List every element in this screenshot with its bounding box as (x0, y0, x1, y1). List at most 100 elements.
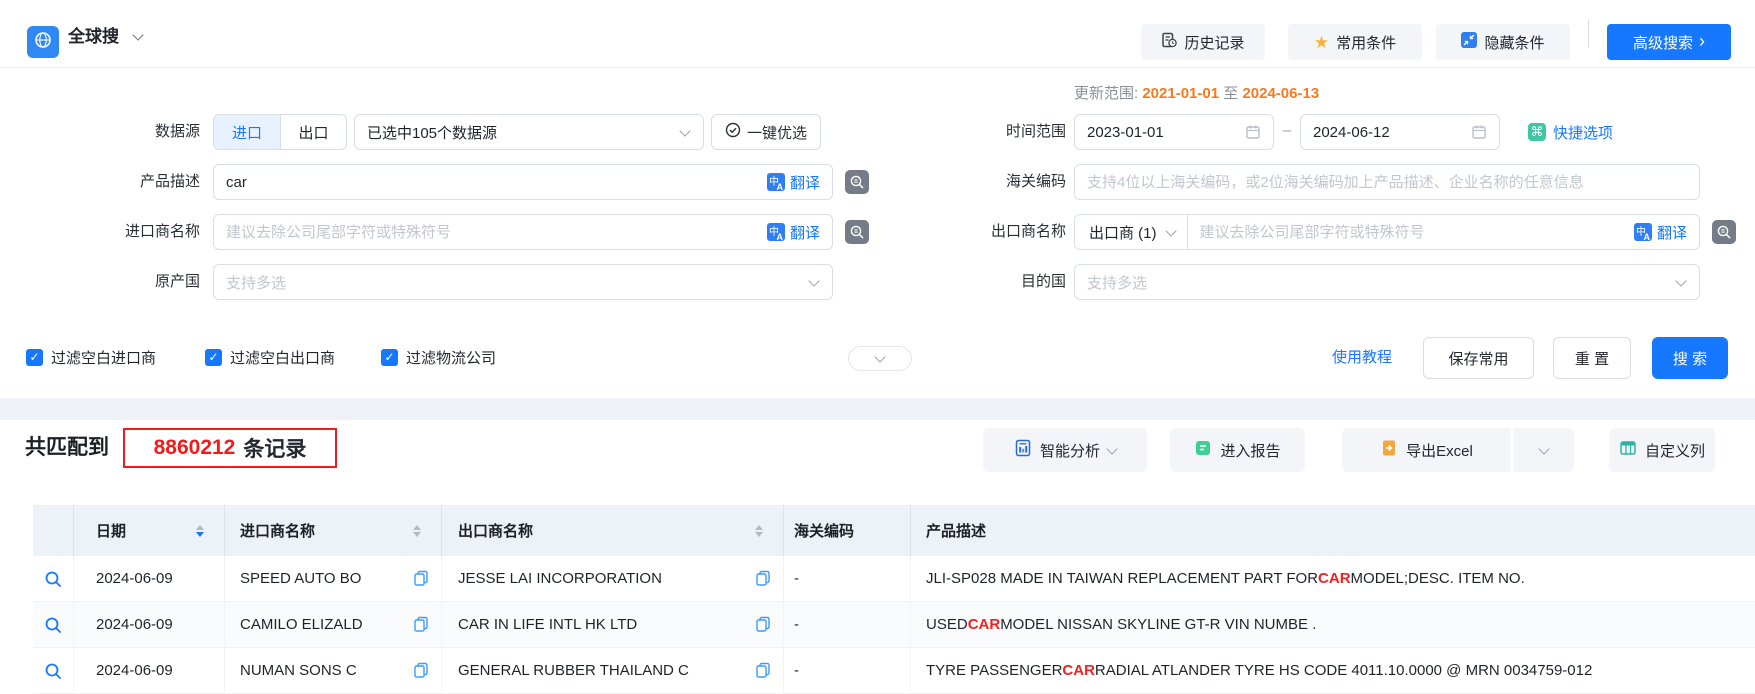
copy-icon[interactable] (755, 662, 771, 682)
filter-blank-exporter-checkbox[interactable]: ✓ 过滤空白出口商 (205, 345, 335, 369)
sort-icon[interactable] (755, 525, 763, 537)
exporter-name-label: 出口商名称 (920, 214, 1066, 250)
hs-code-input[interactable] (1075, 174, 1699, 191)
exporter-name[interactable]: JESSE LAI INCORPORATION (458, 570, 662, 587)
importer-column-header[interactable]: 进口商名称 (225, 505, 442, 556)
exporter-type-select[interactable]: 出口商 (1) (1075, 214, 1188, 250)
customize-columns-button[interactable]: 自定义列 (1609, 428, 1715, 472)
importer-name[interactable]: NUMAN SONS C (240, 662, 357, 679)
enter-report-label: 进入报告 (1220, 440, 1280, 461)
translate-icon: 中A (767, 223, 785, 241)
check-circle-icon (725, 122, 741, 142)
exporter-cell: CAR IN LIFE INTL HK LTD (442, 602, 784, 647)
globe-icon (34, 31, 52, 54)
tab-import[interactable]: 进口 (214, 115, 280, 149)
advanced-search-button[interactable]: 高级搜索 › (1607, 24, 1731, 60)
product-text: TYRE PASSENGER (926, 662, 1062, 679)
product-desc-field[interactable]: 中A 翻译 (213, 164, 833, 200)
copy-icon[interactable] (413, 616, 429, 636)
exact-match-icon[interactable] (845, 170, 869, 194)
exporter-name-field[interactable]: 出口商 (1) 中A 翻译 (1074, 214, 1700, 250)
trade-search-page: 全球搜 历史记录 ★ 常用条件 隐藏条件 高级搜索 › 更新范围: 2021-0… (0, 0, 1755, 694)
chevron-down-icon (1165, 225, 1176, 236)
exact-match-icon[interactable] (1712, 220, 1736, 244)
globe-logo (27, 26, 59, 58)
update-range-start: 2021-01-01 (1142, 85, 1219, 102)
table-header-row: 日期 进口商名称 出口商名称 海关编码 产品描述 (33, 505, 1755, 556)
data-source-toggle: 进口 出口 (213, 114, 347, 150)
product-keyword-highlight: CAR (1062, 662, 1095, 679)
filter-blank-importer-checkbox[interactable]: ✓ 过滤空白进口商 (26, 345, 156, 369)
product-text: USED (926, 616, 968, 633)
sort-icon[interactable] (196, 525, 204, 537)
exporter-name[interactable]: GENERAL RUBBER THAILAND C (458, 662, 689, 679)
star-icon: ★ (1314, 34, 1329, 51)
exporter-name[interactable]: CAR IN LIFE INTL HK LTD (458, 616, 637, 633)
section-divider (0, 398, 1755, 420)
translate-icon: 中A (1634, 223, 1652, 241)
update-range-label: 更新范围: (1074, 85, 1138, 102)
importer-name[interactable]: SPEED AUTO BO (240, 570, 361, 587)
translate-button[interactable]: 中A 翻译 (1634, 222, 1687, 243)
favorite-conditions-button[interactable]: ★ 常用条件 (1288, 24, 1422, 60)
search-button[interactable]: 搜 索 (1652, 337, 1728, 379)
enter-report-button[interactable]: 进入报告 (1170, 428, 1305, 472)
date-column-header[interactable]: 日期 (74, 505, 225, 556)
checkbox-checked-icon: ✓ (381, 349, 398, 366)
importer-cell: SPEED AUTO BO (225, 556, 442, 601)
date-end-input[interactable] (1301, 124, 1471, 141)
importer-name-field[interactable]: 中A 翻译 (213, 214, 833, 250)
tutorial-link[interactable]: 使用教程 (1332, 337, 1392, 379)
tab-export[interactable]: 出口 (280, 115, 346, 149)
data-source-select[interactable]: 已选中105个数据源 (354, 114, 704, 150)
product-text: RADIAL ATLANDER TYRE HS CODE 4011.10.000… (1095, 662, 1592, 679)
translate-label: 翻译 (1657, 222, 1687, 243)
one-click-optimize-button[interactable]: 一键优选 (711, 114, 821, 150)
product-column-header: 产品描述 (911, 505, 1755, 556)
date-start-field[interactable] (1074, 114, 1274, 150)
export-more-button[interactable] (1511, 428, 1574, 472)
product-cell: JLI-SP028 MADE IN TAIWAN REPLACEMENT PAR… (911, 556, 1755, 601)
calendar-icon[interactable] (1245, 124, 1261, 140)
exporter-cell: GENERAL RUBBER THAILAND C (442, 648, 784, 693)
search-detail-icon[interactable] (43, 615, 63, 635)
copy-icon[interactable] (755, 570, 771, 590)
hs-code-cell: - (784, 602, 911, 647)
checkbox-checked-icon: ✓ (26, 349, 43, 366)
product-desc-label: 产品描述 (0, 164, 200, 200)
product-desc-input[interactable] (214, 174, 767, 191)
copy-icon[interactable] (413, 662, 429, 682)
search-detail-icon[interactable] (43, 661, 63, 681)
exporter-column-header[interactable]: 出口商名称 (442, 505, 784, 556)
exact-match-icon[interactable] (845, 220, 869, 244)
copy-icon[interactable] (755, 616, 771, 636)
importer-name-input[interactable] (214, 224, 767, 241)
collapse-form-button[interactable] (848, 346, 912, 371)
calendar-icon[interactable] (1471, 124, 1487, 140)
importer-name[interactable]: CAMILO ELIZALD (240, 616, 363, 633)
chevron-down-icon (1675, 275, 1686, 286)
export-excel-button[interactable]: 导出Excel (1342, 428, 1511, 472)
sort-icon[interactable] (413, 525, 421, 537)
save-conditions-button[interactable]: 保存常用 (1423, 337, 1534, 379)
date-start-input[interactable] (1075, 124, 1245, 141)
filter-logistics-checkbox[interactable]: ✓ 过滤物流公司 (381, 345, 496, 369)
origin-country-select[interactable]: 支持多选 (213, 264, 833, 300)
excel-export-icon (1380, 439, 1398, 461)
hs-code-field[interactable] (1074, 164, 1700, 200)
reset-button[interactable]: 重 置 (1553, 337, 1631, 379)
date-end-field[interactable] (1300, 114, 1500, 150)
translate-button[interactable]: 中A 翻译 (767, 222, 820, 243)
history-button[interactable]: 历史记录 (1141, 24, 1265, 60)
hide-conditions-button[interactable]: 隐藏条件 (1436, 24, 1570, 60)
translate-button[interactable]: 中A 翻译 (767, 172, 820, 193)
copy-icon[interactable] (413, 570, 429, 590)
app-switch-chevron-down-icon[interactable] (132, 29, 143, 40)
smart-analysis-button[interactable]: 智能分析 (983, 428, 1147, 472)
date-cell: 2024-06-09 (74, 602, 225, 647)
table-row: 2024-06-09 NUMAN SONS C GENERAL RUBBER T… (33, 648, 1755, 694)
destination-country-select[interactable]: 支持多选 (1074, 264, 1700, 300)
exporter-name-input[interactable] (1188, 224, 1634, 241)
search-detail-icon[interactable] (43, 569, 63, 589)
quick-options-link[interactable]: ⌘ 快捷选项 (1528, 114, 1613, 150)
